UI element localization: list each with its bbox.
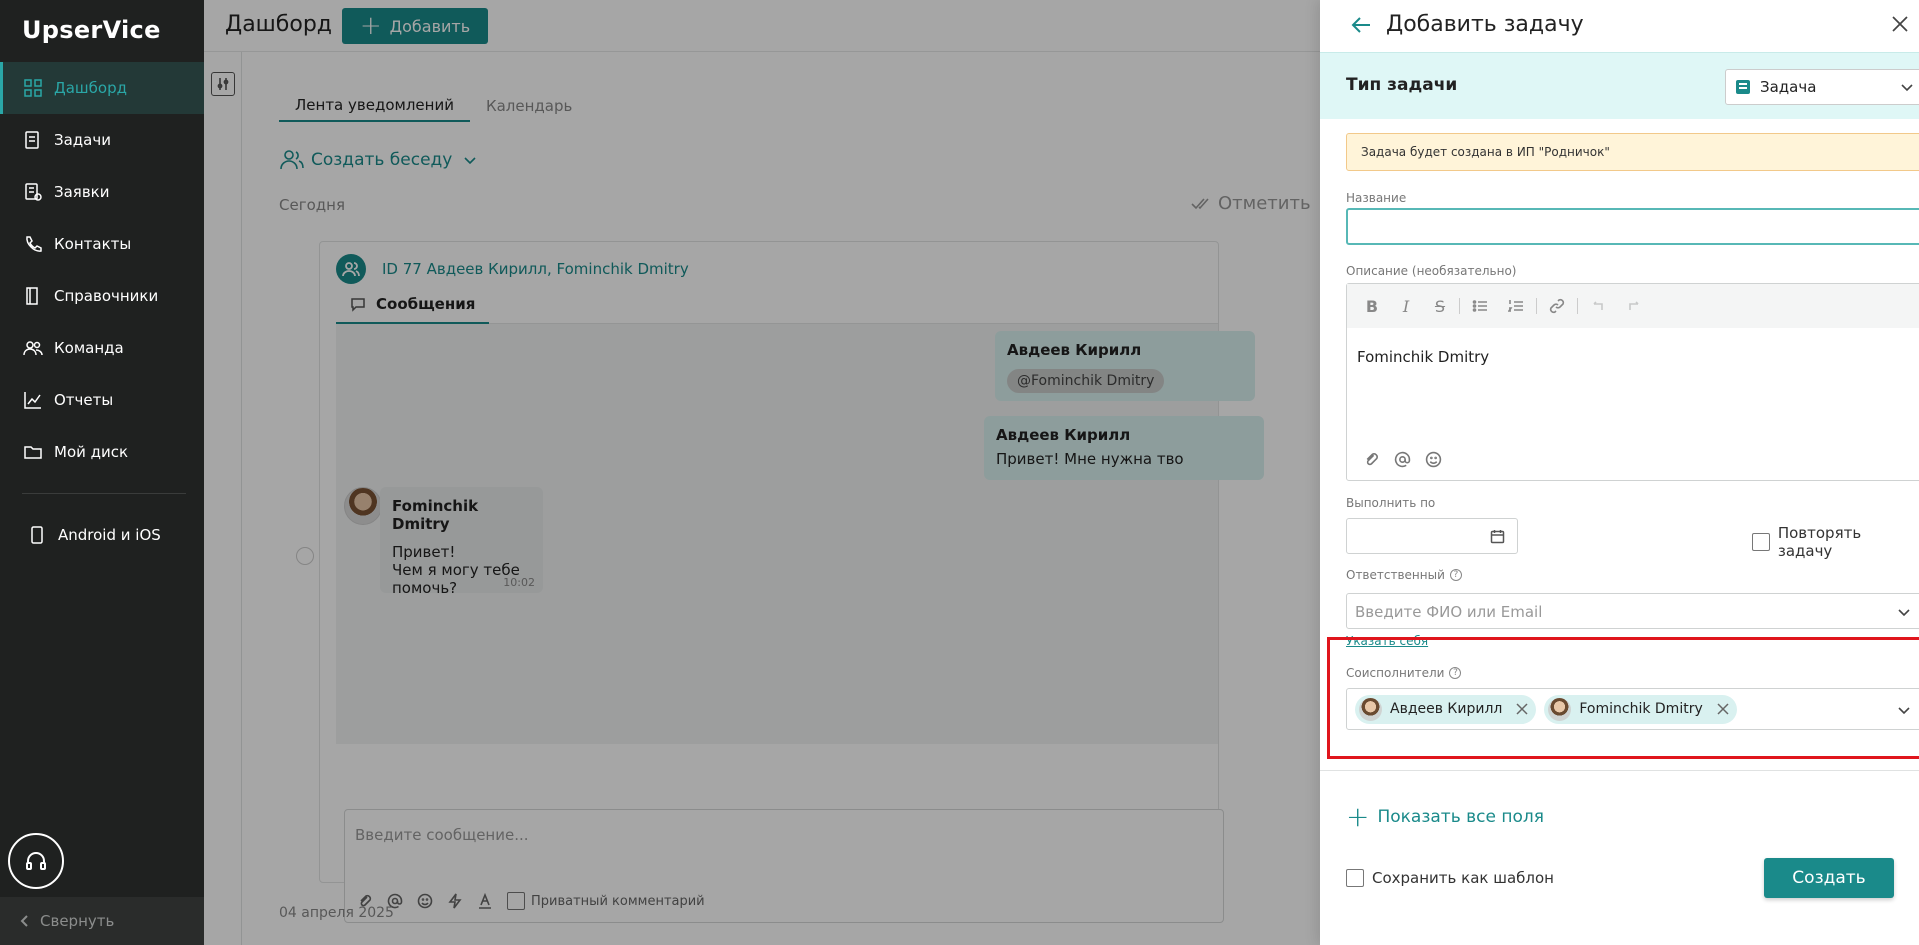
redo-icon[interactable] [1626,298,1642,314]
italic-icon[interactable]: I [1399,297,1413,316]
arrow-left-icon [1351,17,1370,33]
team-icon [22,338,44,358]
dashboard-icon [22,78,44,98]
link-icon[interactable] [1549,298,1565,314]
close-icon [1892,16,1908,32]
toolbar-divider [1459,298,1460,314]
task-name-input[interactable] [1346,208,1919,245]
sidebar-item-label: Мой диск [54,443,129,461]
responsible-placeholder: Введите ФИО или Email [1355,603,1543,621]
sidebar-divider [22,493,186,494]
phone-device-icon [26,525,48,545]
editor-toolbar: B I S [1347,284,1919,328]
panel-divider [1320,770,1919,771]
numbered-list-icon[interactable] [1508,298,1524,314]
folder-icon [22,442,44,462]
app-logo[interactable]: UpserVice [22,16,161,44]
strikethrough-icon[interactable]: S [1433,297,1447,316]
highlight-box [1327,637,1919,759]
responsible-label-text: Ответственный [1346,568,1445,582]
chart-icon [22,390,44,410]
panel-title: Добавить задачу [1386,12,1584,37]
support-button[interactable] [8,833,64,889]
sidebar-item-label: Справочники [54,287,159,305]
chevron-down-icon [1901,84,1913,92]
headset-icon [26,852,46,870]
chevron-down-icon [1898,609,1910,617]
calendar-icon [1490,530,1505,544]
bold-icon[interactable]: B [1365,297,1379,316]
sidebar-item-label: Заявки [54,183,110,201]
close-button[interactable] [1890,14,1912,36]
due-date-label: Выполнить по [1346,496,1436,510]
responsible-label: Ответственный ? [1346,568,1462,582]
sidebar-item-team[interactable]: Команда [0,322,204,374]
book-icon [22,286,44,306]
sidebar-item-label: Задачи [54,131,111,149]
sidebar-item-tasks[interactable]: Задачи [0,114,204,166]
undo-icon[interactable] [1590,298,1606,314]
back-button[interactable] [1350,14,1372,36]
task-type-value: Задача [1760,78,1817,96]
task-type-label: Тип задачи [1346,75,1458,95]
save-template-label: Сохранить как шаблон [1372,869,1554,887]
sidebar-item-requests[interactable]: Заявки [0,166,204,218]
task-type-select[interactable]: Задача [1725,69,1919,105]
panel-header: Добавить задачу [1320,0,1919,52]
create-button[interactable]: Создать [1764,858,1894,898]
show-all-label: Показать все поля [1377,807,1544,827]
plus-icon: + [1346,800,1370,833]
toolbar-divider [1577,298,1578,314]
sidebar-item-label: Отчеты [54,391,114,409]
toolbar-divider [1536,298,1537,314]
save-template-checkbox[interactable] [1346,869,1364,887]
task-type-icon [1736,80,1750,94]
sidebar-item-reports[interactable]: Отчеты [0,374,204,426]
company-notice: Задача будет создана в ИП "Родничок" [1346,133,1919,171]
sidebar-item-label: Контакты [54,235,132,253]
help-icon[interactable]: ? [1449,569,1462,581]
task-type-row: Тип задачи Задача [1320,52,1919,119]
tasks-icon [22,130,44,150]
editor-attach-tools [1363,451,1442,468]
repeat-task-checkbox[interactable] [1752,533,1770,551]
description-text: Fominchik Dmitry [1357,348,1490,366]
due-date-input[interactable] [1346,518,1518,554]
repeat-task-toggle[interactable]: Повторять задачу [1752,524,1919,560]
requests-icon [22,182,44,202]
sidebar-nav: Дашборд Задачи Заявки Контакты Справочни… [0,62,204,478]
sidebar-item-disk[interactable]: Мой диск [0,426,204,478]
description-label: Описание (необязательно) [1346,264,1517,278]
show-all-fields-button[interactable]: + Показать все поля [1346,803,1544,831]
sidebar-mobile-section: Android и iOS [0,509,204,561]
phone-icon [22,234,44,254]
sidebar-item-mobile-apps[interactable]: Android и iOS [0,509,204,561]
paperclip-icon[interactable] [1363,451,1380,468]
repeat-task-label: Повторять задачу [1777,524,1862,560]
at-icon[interactable] [1394,451,1411,468]
responsible-select[interactable]: Введите ФИО или Email [1346,593,1919,629]
add-task-panel: Добавить задачу Тип задачи Задача Задача… [1320,0,1919,945]
sidebar-item-contacts[interactable]: Контакты [0,218,204,270]
sidebar-item-label: Дашборд [54,79,127,97]
name-label: Название [1346,191,1407,205]
sidebar: UpserVice Дашборд Задачи Заявки Контакты… [0,0,204,945]
sidebar-item-references[interactable]: Справочники [0,270,204,322]
collapse-label: Свернуть [40,912,115,930]
collapse-sidebar-button[interactable]: Свернуть [0,897,204,945]
save-template-toggle[interactable]: Сохранить как шаблон [1346,869,1554,887]
sidebar-item-label: Команда [54,339,124,357]
sidebar-item-label: Android и iOS [58,526,161,544]
sidebar-item-dashboard[interactable]: Дашборд [0,62,204,114]
description-editor[interactable]: B I S Fominchik Dmitry [1346,283,1919,481]
bullet-list-icon[interactable] [1472,298,1488,314]
chevron-left-icon [20,915,28,927]
emoji-icon[interactable] [1425,451,1442,468]
